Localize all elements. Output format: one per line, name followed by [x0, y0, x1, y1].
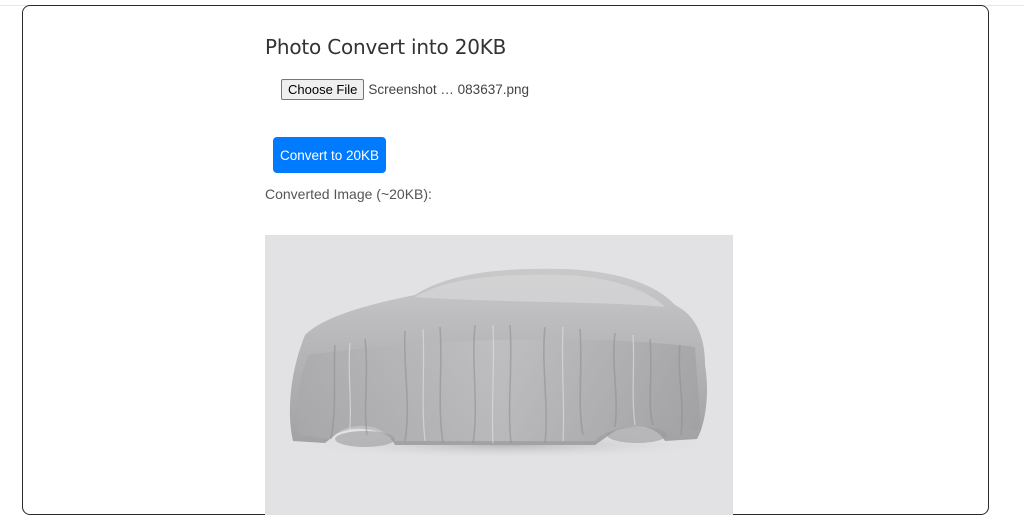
choose-file-button[interactable]: Choose File [281, 79, 365, 100]
car-cover-image [285, 268, 725, 459]
selected-file-name: Screenshot … 083637.png [368, 82, 529, 97]
result-label: Converted Image (~20KB): [265, 186, 432, 202]
converter-card: Photo Convert into 20KB Choose File Scre… [22, 5, 989, 515]
convert-button[interactable]: Convert to 20KB [273, 137, 386, 173]
file-input[interactable]: Choose File Screenshot … 083637.png [281, 79, 529, 100]
page-title: Photo Convert into 20KB [265, 35, 507, 59]
converted-image [265, 235, 733, 515]
